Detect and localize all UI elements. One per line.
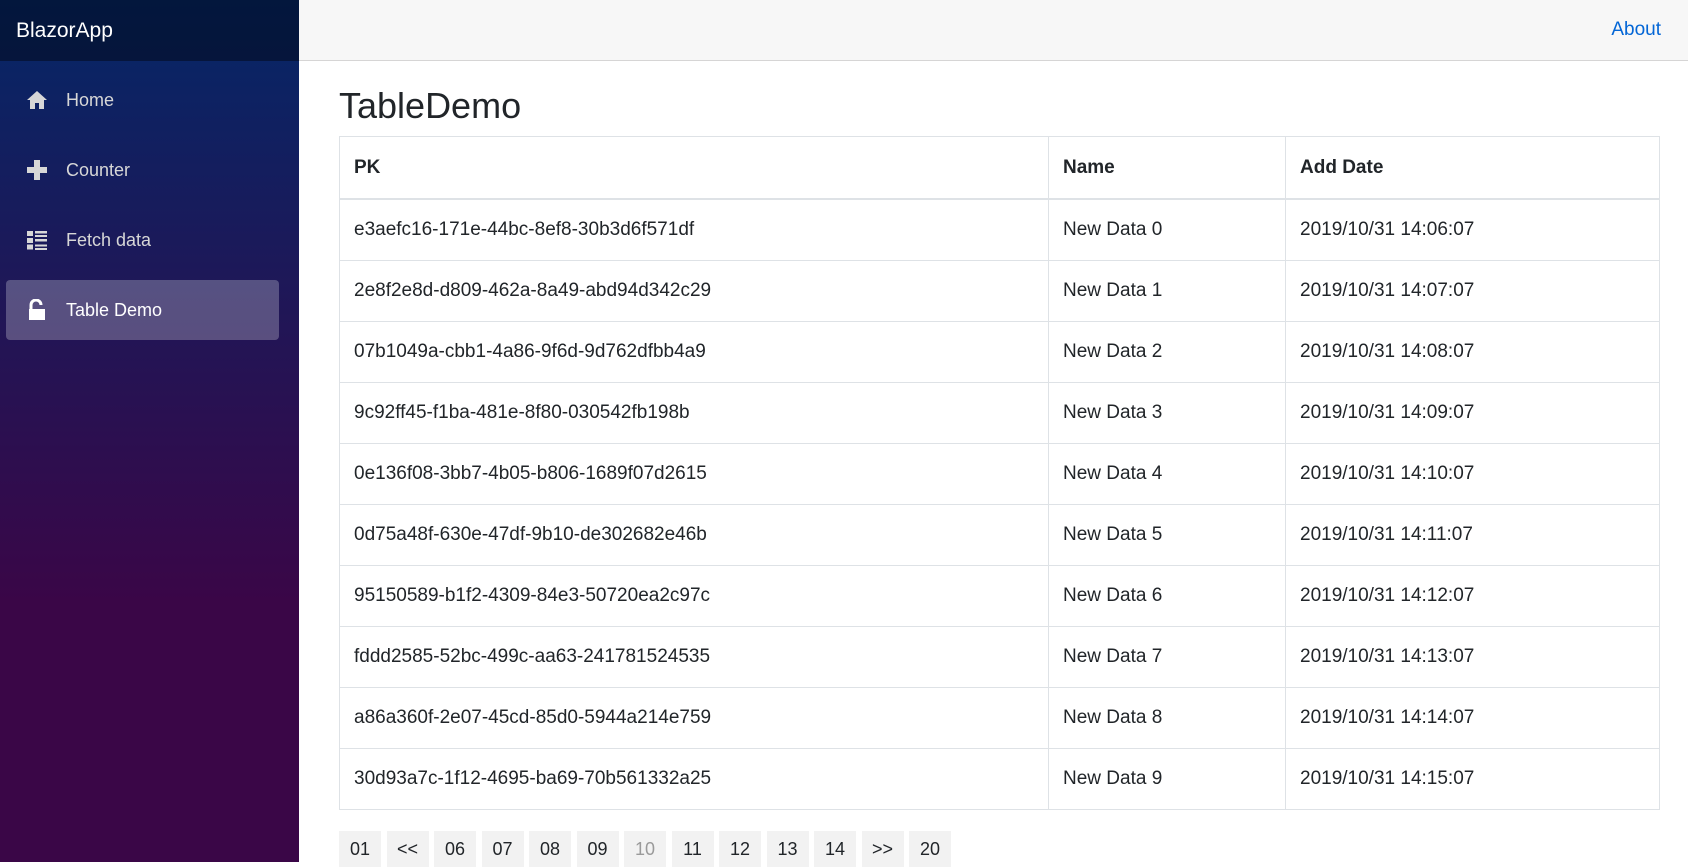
table-row: 0d75a48f-630e-47df-9b10-de302682e46b New … [339,504,1660,567]
sidebar-item-home[interactable]: Home [6,70,279,130]
sidebar-item-table-demo[interactable]: Table Demo [6,280,279,340]
sidebar-item-fetch-data[interactable]: Fetch data [6,210,279,270]
top-bar: About [299,0,1688,61]
column-header-name: Name [1048,136,1286,201]
table-header-row: PK Name Add Date [339,136,1660,201]
cell-add-date: 2019/10/31 14:12:07 [1285,565,1660,628]
cell-add-date: 2019/10/31 14:10:07 [1285,443,1660,506]
sidebar-item-label: Fetch data [66,229,152,250]
sidebar: BlazorApp Home Counter Fetch data Table … [0,0,299,862]
cell-pk: 07b1049a-cbb1-4a86-9f6d-9d762dfbb4a9 [339,321,1049,384]
cell-pk: 95150589-b1f2-4309-84e3-50720ea2c97c [339,565,1049,628]
data-table: PK Name Add Date e3aefc16-171e-44bc-8ef8… [339,136,1660,811]
cell-name: New Data 5 [1048,504,1286,567]
cell-pk: e3aefc16-171e-44bc-8ef8-30b3d6f571df [339,198,1049,262]
unlock-icon [25,298,49,322]
cell-pk: 0d75a48f-630e-47df-9b10-de302682e46b [339,504,1049,567]
table-row: 0e136f08-3bb7-4b05-b806-1689f07d2615 New … [339,443,1660,506]
cell-name: New Data 6 [1048,565,1286,628]
cell-pk: 30d93a7c-1f12-4695-ba69-70b561332a25 [339,748,1049,811]
cell-add-date: 2019/10/31 14:11:07 [1285,504,1660,567]
cell-pk: a86a360f-2e07-45cd-85d0-5944a214e759 [339,687,1049,750]
column-header-add-date: Add Date [1285,136,1660,201]
cell-name: New Data 1 [1048,260,1286,323]
nav-menu: Home Counter Fetch data Table Demo [0,61,299,340]
table-row: 9c92ff45-f1ba-481e-8f80-030542fb198b New … [339,382,1660,445]
sidebar-item-label: Table Demo [66,299,163,320]
plus-icon [25,158,49,182]
brand-title[interactable]: BlazorApp [16,19,113,43]
cell-name: New Data 3 [1048,382,1286,445]
table-row: 95150589-b1f2-4309-84e3-50720ea2c97c New … [339,565,1660,628]
cell-add-date: 2019/10/31 14:07:07 [1285,260,1660,323]
cell-add-date: 2019/10/31 14:14:07 [1285,687,1660,750]
sidebar-item-label: Home [66,89,115,110]
cell-pk: 9c92ff45-f1ba-481e-8f80-030542fb198b [339,382,1049,445]
cell-add-date: 2019/10/31 14:06:07 [1285,198,1660,262]
cell-name: New Data 0 [1048,198,1286,262]
home-icon [25,88,49,112]
cell-add-date: 2019/10/31 14:13:07 [1285,626,1660,689]
sidebar-item-counter[interactable]: Counter [6,140,279,200]
table-row: 07b1049a-cbb1-4a86-9f6d-9d762dfbb4a9 New … [339,321,1660,384]
table-row: 30d93a7c-1f12-4695-ba69-70b561332a25 New … [339,748,1660,811]
cell-add-date: 2019/10/31 14:08:07 [1285,321,1660,384]
about-link[interactable]: About [1611,19,1661,41]
cell-pk: 2e8f2e8d-d809-462a-8a49-abd94d342c29 [339,260,1049,323]
table-row: 2e8f2e8d-d809-462a-8a49-abd94d342c29 New … [339,260,1660,323]
brand-bar: BlazorApp [0,0,299,61]
cell-name: New Data 4 [1048,443,1286,506]
list-icon [25,228,49,252]
cell-name: New Data 8 [1048,687,1286,750]
page-title: TableDemo [339,85,522,126]
cell-pk: fddd2585-52bc-499c-aa63-241781524535 [339,626,1049,689]
sidebar-item-label: Counter [66,159,131,180]
cell-add-date: 2019/10/31 14:15:07 [1285,748,1660,811]
table-row: e3aefc16-171e-44bc-8ef8-30b3d6f571df New … [339,198,1660,262]
column-header-pk: PK [339,136,1049,201]
cell-name: New Data 7 [1048,626,1286,689]
cell-pk: 0e136f08-3bb7-4b05-b806-1689f07d2615 [339,443,1049,506]
cell-add-date: 2019/10/31 14:09:07 [1285,382,1660,445]
table-row: fddd2585-52bc-499c-aa63-241781524535 New … [339,626,1660,689]
main-content: TableDemo PK Name Add Date e3aefc16-171e… [339,61,1661,867]
cell-name: New Data 9 [1048,748,1286,811]
table-row: a86a360f-2e07-45cd-85d0-5944a214e759 New … [339,687,1660,750]
cell-name: New Data 2 [1048,321,1286,384]
